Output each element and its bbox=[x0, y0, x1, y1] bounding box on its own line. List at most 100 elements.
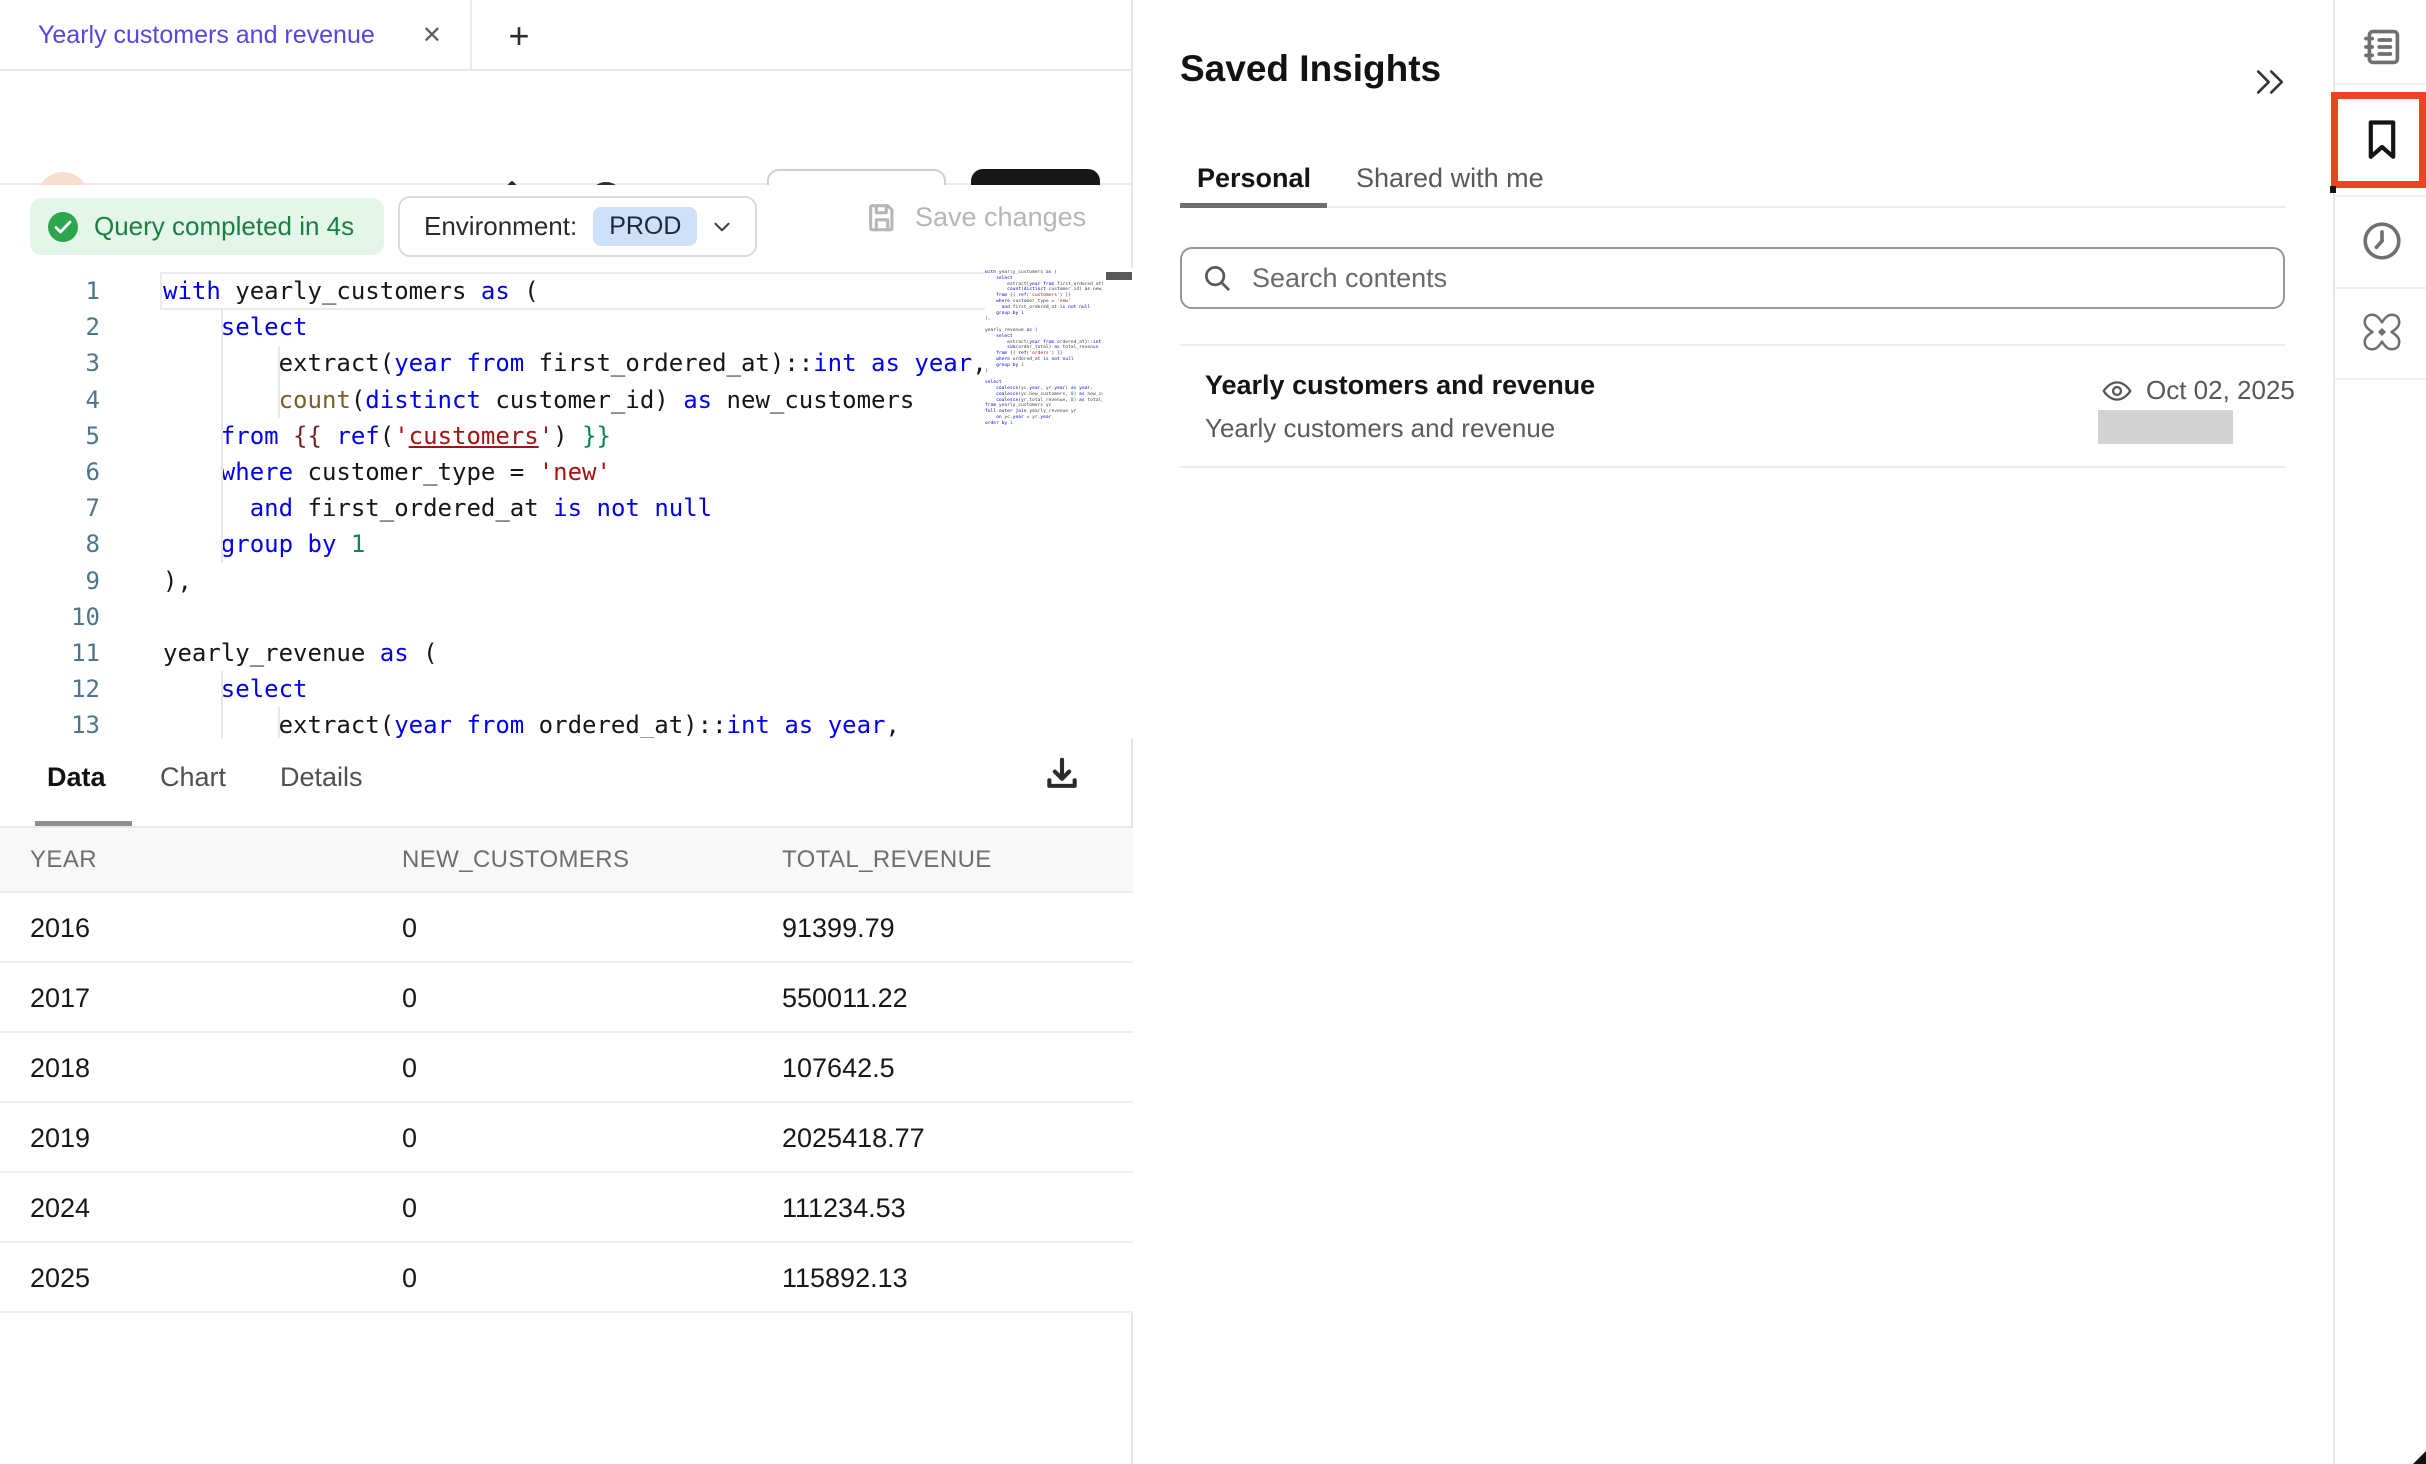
bookmark-icon[interactable] bbox=[2335, 95, 2426, 185]
table-cell: 2024 bbox=[30, 1193, 90, 1224]
table-cell: 0 bbox=[402, 983, 417, 1014]
search-icon bbox=[1202, 263, 1232, 293]
query-status-pill: Query completed in 4s bbox=[30, 198, 384, 255]
tab-chart[interactable]: Chart bbox=[160, 762, 226, 793]
divider bbox=[2335, 378, 2426, 380]
line-number: 2 bbox=[40, 309, 100, 345]
code-line[interactable]: and first_ordered_at is not null bbox=[163, 490, 712, 526]
code-line[interactable]: select bbox=[163, 671, 308, 707]
indent-guide bbox=[278, 346, 280, 418]
search-input[interactable]: Search contents bbox=[1180, 247, 2285, 309]
results-tab-bar: Data Chart Details bbox=[0, 738, 1131, 828]
tab-yearly-customers-and-revenue[interactable]: Yearly customers and revenue ✕ bbox=[0, 0, 472, 71]
line-number: 10 bbox=[40, 599, 100, 635]
table-cell: 91399.79 bbox=[782, 913, 895, 944]
editor-scrollbar[interactable] bbox=[1106, 272, 1132, 280]
app-window: Yearly customers and revenue ✕ + BL Your… bbox=[0, 0, 2426, 1464]
table-cell: 2017 bbox=[30, 983, 90, 1014]
document-header: BL Your saved insight bbox=[0, 71, 1131, 185]
table-row: 2024 0 111234.53 bbox=[0, 1173, 1133, 1243]
divider bbox=[1180, 466, 2285, 468]
line-number: 13 bbox=[40, 707, 100, 738]
insight-subtitle: Yearly customers and revenue bbox=[1205, 413, 1555, 444]
line-number: 4 bbox=[40, 382, 100, 418]
table-cell: 2025418.77 bbox=[782, 1123, 925, 1154]
code-line[interactable]: with yearly_customers as ( bbox=[163, 273, 539, 309]
column-header-new-customers: NEW_CUSTOMERS bbox=[402, 846, 629, 874]
tab-bar: Yearly customers and revenue ✕ + bbox=[0, 0, 1131, 71]
code-line[interactable]: extract(year from first_ordered_at)::int… bbox=[163, 345, 987, 381]
indent-guide bbox=[278, 707, 280, 738]
divider bbox=[1180, 344, 2285, 346]
code-line[interactable]: ), bbox=[163, 563, 192, 599]
table-cell: 0 bbox=[402, 1263, 417, 1294]
tab-personal[interactable]: Personal bbox=[1197, 163, 1311, 194]
active-tab-underline bbox=[35, 821, 132, 826]
table-cell: 0 bbox=[402, 1123, 417, 1154]
insight-date: Oct 02, 2025 bbox=[2102, 375, 2295, 406]
table-cell: 2016 bbox=[30, 913, 90, 944]
divider bbox=[2335, 83, 2426, 85]
code-line[interactable]: count(distinct customer_id) as new_custo… bbox=[163, 382, 914, 418]
code-line[interactable]: from {{ ref('customers') }} bbox=[163, 418, 611, 454]
table-cell: 0 bbox=[402, 1053, 417, 1084]
save-changes-button[interactable]: Save changes bbox=[865, 200, 1086, 234]
chevron-down-icon bbox=[713, 221, 731, 233]
tab-shared-with-me[interactable]: Shared with me bbox=[1356, 163, 1544, 194]
table-cell: 550011.22 bbox=[782, 983, 908, 1014]
new-tab-button[interactable]: + bbox=[489, 0, 549, 71]
code-line[interactable]: select bbox=[163, 309, 308, 345]
save-changes-label: Save changes bbox=[915, 202, 1086, 233]
table-cell: 0 bbox=[402, 1193, 417, 1224]
cursor-artifact bbox=[2330, 186, 2336, 193]
code-line[interactable]: yearly_revenue as ( bbox=[163, 635, 438, 671]
worksheet-panel: Yearly customers and revenue ✕ + BL Your… bbox=[0, 0, 1133, 1464]
tab-data[interactable]: Data bbox=[47, 762, 106, 793]
query-status-text: Query completed in 4s bbox=[94, 211, 354, 242]
code-line[interactable]: where customer_type = 'new' bbox=[163, 454, 611, 490]
minimap-line: order by 1 bbox=[985, 421, 1103, 427]
download-results-icon[interactable] bbox=[1040, 752, 1084, 796]
table-cell: 115892.13 bbox=[782, 1263, 908, 1294]
close-tab-icon[interactable]: ✕ bbox=[422, 21, 442, 50]
table-cell: 2025 bbox=[30, 1263, 90, 1294]
saved-insights-panel: Saved Insights Personal Shared with me S… bbox=[1135, 0, 2333, 1464]
environment-value-badge: PROD bbox=[593, 207, 697, 246]
column-header-year: YEAR bbox=[30, 846, 97, 874]
code-line[interactable]: group by 1 bbox=[163, 526, 365, 562]
line-number: 5 bbox=[40, 418, 100, 454]
editor-minimap[interactable]: with yearly_customers as ( select extrac… bbox=[985, 270, 1103, 736]
active-tab-underline bbox=[1180, 203, 1327, 208]
environment-selector[interactable]: Environment: PROD bbox=[398, 196, 757, 257]
table-row: 2016 0 91399.79 bbox=[0, 893, 1133, 963]
resize-corner bbox=[2413, 1451, 2426, 1464]
line-number: 7 bbox=[40, 490, 100, 526]
line-number: 6 bbox=[40, 454, 100, 490]
code-line[interactable]: extract(year from ordered_at)::int as ye… bbox=[163, 707, 900, 738]
table-cell: 107642.5 bbox=[782, 1053, 895, 1084]
tab-details[interactable]: Details bbox=[280, 762, 363, 793]
tabs-divider bbox=[1180, 206, 2285, 208]
collapse-panel-icon[interactable] bbox=[2250, 62, 2290, 102]
clock-icon[interactable] bbox=[2335, 196, 2426, 286]
table-header-row: YEAR NEW_CUSTOMERS TOTAL_REVENUE bbox=[0, 828, 1133, 893]
eye-icon bbox=[2102, 380, 2132, 402]
notebook-icon[interactable] bbox=[2335, 2, 2426, 92]
search-placeholder: Search contents bbox=[1252, 263, 1447, 294]
table-row: 20180107642.5 bbox=[0, 1033, 1133, 1103]
table-cell: 111234.53 bbox=[782, 1193, 906, 1224]
environment-label: Environment: bbox=[424, 211, 577, 242]
line-number: 1 bbox=[40, 273, 100, 309]
table-cell: 2019 bbox=[30, 1123, 90, 1154]
table-cell: 0 bbox=[402, 913, 417, 944]
table-row: 2019 0 2025418.77 bbox=[0, 1103, 1133, 1173]
check-circle-icon bbox=[48, 212, 78, 242]
line-number: 11 bbox=[40, 635, 100, 671]
indent-guide bbox=[221, 671, 223, 738]
dbt-logo-icon[interactable] bbox=[2335, 287, 2426, 377]
line-number: 3 bbox=[40, 345, 100, 381]
panel-title: Saved Insights bbox=[1180, 48, 1441, 90]
insight-title: Yearly customers and revenue bbox=[1205, 370, 1595, 401]
save-icon bbox=[865, 200, 899, 234]
sql-editor[interactable]: 12345678910111213 with yearly_customers … bbox=[0, 268, 1133, 738]
